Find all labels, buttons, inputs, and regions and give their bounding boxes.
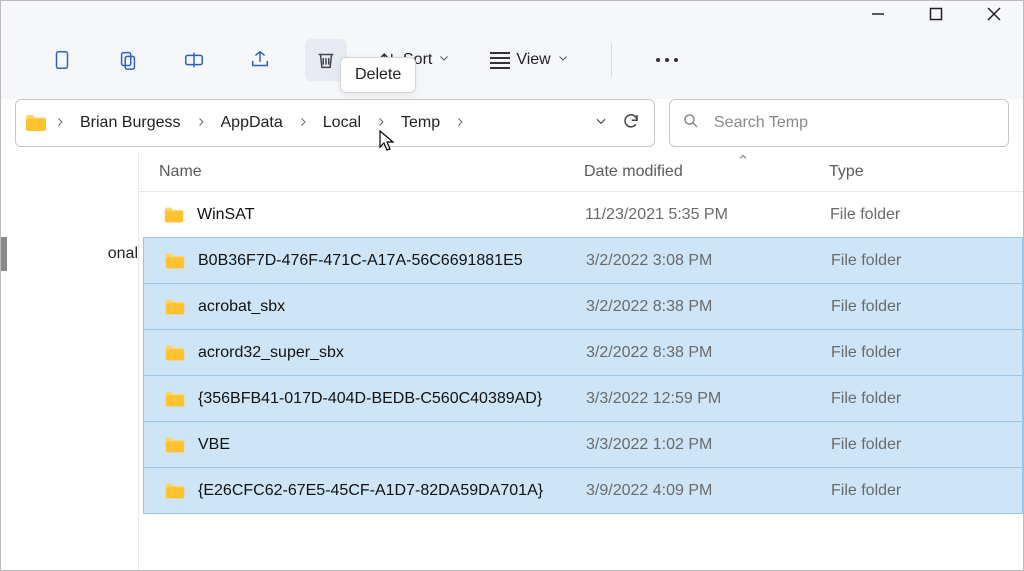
- table-row[interactable]: acrord32_super_sbx 3/2/2022 8:38 PMFile f…: [143, 329, 1023, 376]
- table-row[interactable]: {356BFB41-017D-404D-BEDB-C560C40389AD} 3/…: [143, 375, 1023, 422]
- close-button[interactable]: [965, 1, 1023, 27]
- table-row[interactable]: VBE 3/3/2022 1:02 PMFile folder: [143, 421, 1023, 468]
- file-name: {E26CFC62-67E5-45CF-A1D7-82DA59DA701A}: [198, 482, 543, 500]
- chevron-right-icon: [52, 115, 68, 131]
- column-name[interactable]: Name: [159, 163, 584, 181]
- file-date: 3/2/2022 8:38 PM: [586, 298, 831, 316]
- file-name: {356BFB41-017D-404D-BEDB-C560C40389AD}: [198, 390, 542, 408]
- breadcrumb-segment[interactable]: Brian Burgess: [72, 108, 189, 138]
- breadcrumb-segment[interactable]: AppData: [213, 108, 291, 138]
- chevron-right-icon: [452, 115, 468, 131]
- file-name: acrobat_sbx: [198, 298, 285, 316]
- file-type: File folder: [831, 436, 1022, 454]
- toolbar-divider: [611, 43, 612, 77]
- folder-icon: [164, 342, 186, 364]
- list-icon: [490, 52, 510, 69]
- refresh-icon[interactable]: [622, 112, 640, 134]
- address-bar[interactable]: Brian Burgess AppData Local Temp: [15, 99, 655, 147]
- table-row[interactable]: acrobat_sbx 3/2/2022 8:38 PMFile folder: [143, 283, 1023, 330]
- file-type: File folder: [831, 390, 1022, 408]
- cursor-icon: [377, 129, 397, 153]
- titlebar: [1, 1, 1023, 27]
- file-date: 11/23/2021 5:35 PM: [585, 206, 830, 224]
- column-headers: Name Date modified Type: [139, 153, 1023, 192]
- cut-icon[interactable]: [41, 39, 83, 81]
- sort-ascending-icon: [737, 153, 749, 167]
- history-dropdown-icon[interactable]: [594, 114, 608, 132]
- chevron-right-icon: [295, 115, 311, 131]
- sidebar-item[interactable]: onal: [1, 237, 138, 271]
- folder-icon: [164, 296, 186, 318]
- chevron-down-icon: [557, 51, 569, 69]
- nav-row: Brian Burgess AppData Local Temp: [1, 99, 1023, 147]
- search-icon: [682, 112, 700, 134]
- search-bar[interactable]: [669, 99, 1009, 147]
- file-list: WinSAT11/23/2021 5:35 PMFile folderB0B36…: [139, 192, 1023, 570]
- toolbar: Delete Sort View: [1, 27, 1023, 99]
- file-name: VBE: [198, 436, 230, 454]
- chevron-right-icon: [193, 115, 209, 131]
- file-name: WinSAT: [197, 206, 254, 224]
- table-row[interactable]: WinSAT 11/23/2021 5:35 PMFile folder: [143, 192, 1023, 238]
- file-date: 3/2/2022 8:38 PM: [586, 344, 831, 362]
- share-icon[interactable]: [239, 39, 281, 81]
- search-input[interactable]: [714, 114, 996, 132]
- file-type: File folder: [831, 482, 1022, 500]
- table-row[interactable]: {E26CFC62-67E5-45CF-A1D7-82DA59DA701A} 3/…: [143, 467, 1023, 514]
- breadcrumb-segment[interactable]: Temp: [393, 108, 448, 138]
- explorer-window: Delete Sort View: [0, 0, 1024, 571]
- folder-icon: [164, 434, 186, 456]
- more-options-icon[interactable]: [646, 39, 688, 81]
- folder-icon: [164, 388, 186, 410]
- file-date: 3/3/2022 1:02 PM: [586, 436, 831, 454]
- navigation-pane: onal: [1, 153, 139, 570]
- folder-icon: [164, 480, 186, 502]
- maximize-button[interactable]: [907, 1, 965, 27]
- file-type: File folder: [831, 344, 1022, 362]
- chevron-down-icon: [438, 51, 450, 69]
- table-row[interactable]: B0B36F7D-476F-471C-A17A-56C6691881E5 3/2/…: [143, 237, 1023, 284]
- delete-tooltip: Delete: [340, 57, 416, 93]
- file-name: acrord32_super_sbx: [198, 344, 344, 362]
- folder-icon: [24, 111, 48, 135]
- content: onal Name Date modified Type WinSAT 11/23…: [1, 147, 1023, 570]
- rename-icon[interactable]: [173, 39, 215, 81]
- file-type: File folder: [831, 252, 1022, 270]
- file-date: 3/9/2022 4:09 PM: [586, 482, 831, 500]
- file-date: 3/2/2022 3:08 PM: [586, 252, 831, 270]
- column-type[interactable]: Type: [829, 163, 1023, 181]
- file-date: 3/3/2022 12:59 PM: [586, 390, 831, 408]
- copy-icon[interactable]: [107, 39, 149, 81]
- file-type: File folder: [830, 206, 1023, 224]
- view-button[interactable]: View: [482, 47, 576, 73]
- folder-icon: [164, 250, 186, 272]
- breadcrumb-segment[interactable]: Local: [315, 108, 369, 138]
- minimize-button[interactable]: [849, 1, 907, 27]
- folder-icon: [163, 204, 185, 226]
- column-date[interactable]: Date modified: [584, 163, 829, 181]
- file-type: File folder: [831, 298, 1022, 316]
- file-name: B0B36F7D-476F-471C-A17A-56C6691881E5: [198, 252, 523, 270]
- file-area: Name Date modified Type WinSAT 11/23/2021…: [139, 153, 1023, 570]
- view-label: View: [516, 51, 550, 69]
